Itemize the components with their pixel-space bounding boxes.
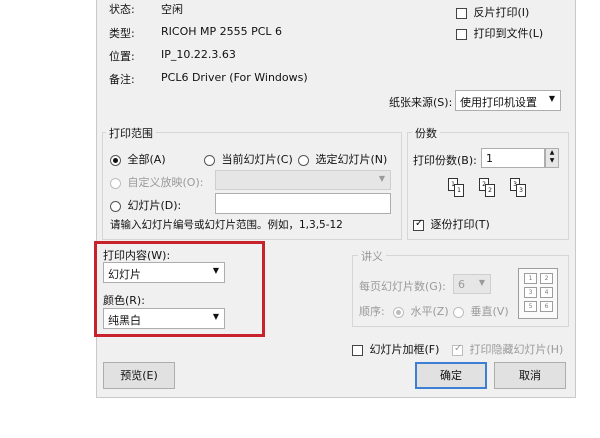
slides-input[interactable] [215, 193, 391, 214]
print-to-file-checkbox[interactable] [456, 28, 467, 40]
cancel-button[interactable]: 取消 [494, 362, 566, 389]
highlight-box [94, 241, 265, 337]
handout-layout-preview: 1 2 3 4 5 6 [518, 268, 558, 319]
grid-cell: 2 [540, 273, 553, 284]
range-selection-radio[interactable] [298, 154, 309, 166]
chevron-down-icon: ▼ [378, 174, 385, 183]
reverse-print-checkbox[interactable] [456, 7, 467, 19]
print-range-title: 打印范围 [106, 125, 156, 141]
range-hint: 请输入幻灯片编号或幻灯片范围。例如，1,3,5-12 [110, 219, 343, 231]
range-all-radio[interactable] [110, 154, 121, 166]
grid-cell: 6 [540, 301, 553, 312]
preview-button[interactable]: 预览(E) [103, 362, 175, 389]
page-icon: 3 [516, 184, 526, 197]
comment-value: PCL6 Driver (For Windows) [161, 71, 308, 84]
status-label: 状态: [109, 3, 135, 16]
type-value: RICOH MP 2555 PCL 6 [161, 25, 283, 38]
range-selection-option[interactable]: 选定幻灯片(N) [298, 151, 387, 167]
copies-title: 份数 [412, 125, 440, 141]
range-all-option[interactable]: 全部(A) [110, 151, 166, 167]
grid-cell: 4 [540, 287, 553, 298]
chevron-down-icon: ▼ [478, 278, 485, 287]
per-page-label: 每页幻灯片数(G): [359, 280, 446, 293]
order-horizontal-label: 水平(Z) [410, 305, 449, 318]
copies-input[interactable]: 1 [481, 148, 545, 168]
order-label: 顺序: [359, 305, 385, 318]
frame-slides-checkbox[interactable] [352, 344, 363, 356]
order-vertical-option[interactable]: 垂直(V) [453, 303, 509, 319]
paper-source-label: 纸张来源(S): [389, 96, 453, 109]
ok-button[interactable]: 确定 [415, 362, 487, 389]
range-custom-option[interactable]: 自定义放映(O): [110, 174, 203, 190]
range-custom-label: 自定义放映(O): [127, 176, 204, 189]
collate-option[interactable]: ✓ 逐份打印(T) [413, 216, 490, 232]
reverse-print-option[interactable]: 反片打印(I) [456, 4, 529, 20]
per-page-select[interactable]: 6 ▼ [453, 274, 491, 294]
frame-slides-label: 幻灯片加框(F) [369, 343, 440, 356]
print-to-file-label: 打印到文件(L) [473, 27, 544, 40]
frame-slides-option[interactable]: 幻灯片加框(F) [352, 341, 439, 357]
range-slides-option[interactable]: 幻灯片(D): [110, 197, 181, 213]
order-vertical-radio[interactable] [453, 306, 464, 318]
range-slides-label: 幻灯片(D): [127, 199, 182, 212]
range-slides-radio[interactable] [110, 200, 121, 212]
range-custom-radio[interactable] [110, 177, 121, 189]
status-value: 空闲 [161, 3, 183, 16]
page-icon: 2 [485, 184, 495, 197]
chevron-down-icon: ▼ [548, 94, 555, 103]
order-horizontal-option[interactable]: 水平(Z) [393, 303, 449, 319]
range-current-radio[interactable] [204, 154, 215, 166]
spin-up-icon[interactable]: ▲ [546, 149, 558, 157]
range-current-label: 当前幻灯片(C) [221, 153, 293, 166]
custom-show-select[interactable]: ▼ [215, 170, 391, 190]
range-current-option[interactable]: 当前幻灯片(C) [204, 151, 293, 167]
order-vertical-label: 垂直(V) [470, 305, 509, 318]
range-selection-label: 选定幻灯片(N) [315, 153, 388, 166]
copies-count-label: 打印份数(B): [413, 154, 477, 167]
print-to-file-option[interactable]: 打印到文件(L) [456, 25, 543, 41]
handouts-title: 讲义 [358, 248, 386, 264]
grid-cell: 1 [524, 273, 537, 284]
per-page-value: 6 [458, 278, 465, 291]
paper-source-value: 使用打印机设置 [460, 96, 537, 109]
grid-cell: 5 [524, 301, 537, 312]
location-value: IP_10.22.3.63 [161, 48, 236, 61]
print-hidden-checkbox[interactable]: ✓ [452, 343, 463, 356]
collate-pages-icon: 1 1 2 2 3 3 [442, 178, 562, 208]
copies-spinner[interactable]: ▲ ▼ [545, 148, 559, 168]
grid-cell: 3 [524, 287, 537, 298]
type-label: 类型: [109, 27, 135, 40]
location-label: 位置: [109, 50, 135, 63]
print-dialog: 状态: 空闲 类型: RICOH MP 2555 PCL 6 位置: IP_10… [96, 0, 576, 398]
collate-checkbox[interactable]: ✓ [413, 218, 424, 231]
order-horizontal-radio[interactable] [393, 306, 404, 318]
page-icon: 1 [454, 184, 464, 197]
copies-value: 1 [486, 152, 493, 165]
reverse-print-label: 反片打印(I) [473, 6, 530, 19]
comment-label: 备注: [109, 73, 135, 86]
range-all-label: 全部(A) [127, 153, 166, 166]
print-hidden-option[interactable]: ✓ 打印隐藏幻灯片(H) [452, 341, 563, 357]
paper-source-select[interactable]: 使用打印机设置 ▼ [455, 90, 561, 111]
spin-down-icon[interactable]: ▼ [546, 157, 558, 165]
collate-label: 逐份打印(T) [430, 218, 490, 231]
print-hidden-label: 打印隐藏幻灯片(H) [469, 343, 564, 356]
